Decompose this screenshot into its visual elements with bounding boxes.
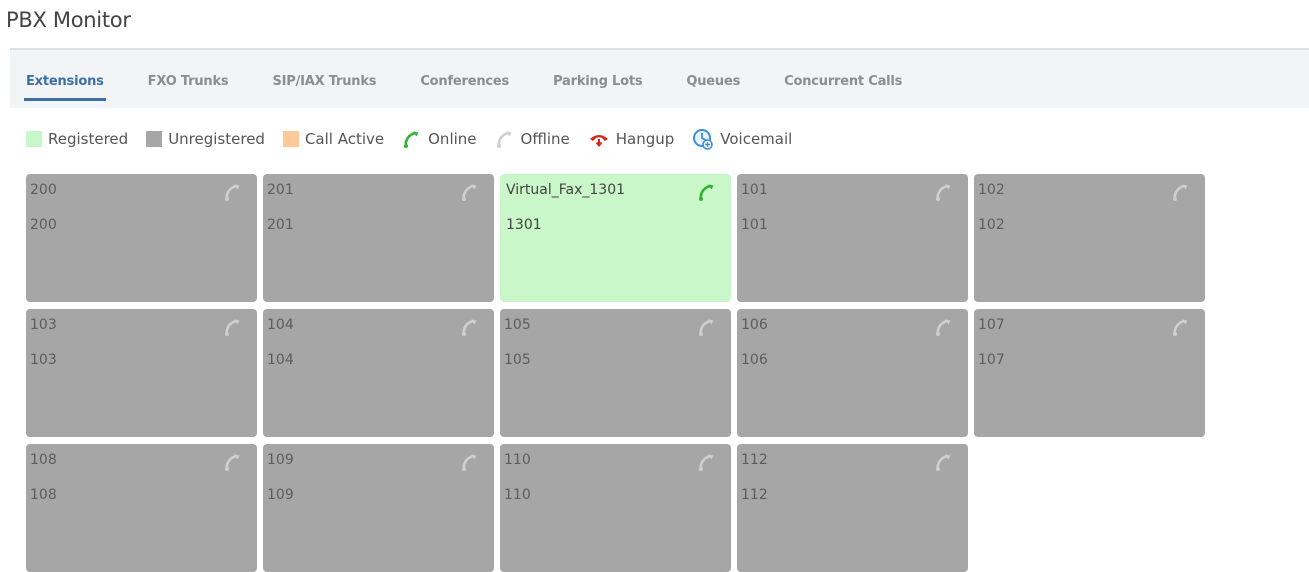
extension-name: 112 — [741, 452, 768, 468]
legend-voicemail: Voicemail — [692, 128, 792, 150]
phone-offline-icon — [460, 452, 480, 476]
extension-number: 101 — [741, 217, 768, 233]
extension-name: 103 — [30, 317, 57, 333]
extension-card[interactable]: 200 200 — [26, 174, 257, 302]
registered-swatch — [26, 131, 42, 147]
hangup-icon — [588, 130, 610, 148]
extension-card[interactable]: 110 110 — [500, 444, 731, 572]
phone-offline-icon — [934, 182, 954, 206]
legend-registered-label: Registered — [48, 130, 129, 148]
tab-bar: Extensions FXO Trunks SIP/IAX Trunks Con… — [10, 48, 1309, 108]
phone-offline-icon — [223, 317, 243, 341]
extension-number: 109 — [267, 487, 294, 503]
extension-name: Virtual_Fax_1301 — [506, 182, 626, 198]
extension-card[interactable]: Virtual_Fax_1301 1301 — [500, 174, 731, 302]
extension-number: 102 — [978, 217, 1005, 233]
extension-name: 104 — [267, 317, 294, 333]
extension-card[interactable]: 105 105 — [500, 309, 731, 437]
phone-offline-icon — [934, 317, 954, 341]
extension-card[interactable]: 201 201 — [263, 174, 494, 302]
extension-card[interactable]: 101 101 — [737, 174, 968, 302]
phone-offline-icon — [697, 317, 717, 341]
tab-fxo-trunks[interactable]: FXO Trunks — [148, 74, 229, 89]
legend-hangup: Hangup — [588, 130, 675, 148]
tab-sip-iax-trunks[interactable]: SIP/IAX Trunks — [272, 74, 376, 89]
extension-name: 109 — [267, 452, 294, 468]
extension-card[interactable]: 108 108 — [26, 444, 257, 572]
unregistered-swatch — [146, 131, 163, 147]
extension-name: 102 — [978, 182, 1005, 198]
extension-number: 104 — [267, 352, 294, 368]
phone-offline-icon — [460, 182, 480, 206]
tab-conferences[interactable]: Conferences — [420, 74, 509, 89]
extension-number: 105 — [504, 352, 531, 368]
legend-unregistered: Unregistered — [146, 130, 265, 148]
extension-name: 201 — [267, 182, 294, 198]
extension-grid: 200 200 201 201 Virtual_Fax_1301 1301 101 101 10… — [26, 174, 1205, 572]
phone-offline-icon — [1171, 317, 1191, 341]
phone-offline-icon — [495, 129, 515, 149]
tab-concurrent-calls[interactable]: Concurrent Calls — [784, 74, 902, 89]
tab-queues[interactable]: Queues — [686, 74, 740, 89]
legend-voicemail-label: Voicemail — [720, 130, 793, 148]
page-title: PBX Monitor — [6, 8, 131, 32]
legend-online: Online — [402, 129, 477, 149]
extension-number: 110 — [504, 487, 531, 503]
extension-number: 201 — [267, 217, 294, 233]
extension-card[interactable]: 107 107 — [974, 309, 1205, 437]
extension-name: 105 — [504, 317, 531, 333]
tab-parking-lots[interactable]: Parking Lots — [553, 74, 643, 89]
legend-unregistered-label: Unregistered — [168, 130, 265, 148]
phone-offline-icon — [934, 452, 954, 476]
extension-name: 110 — [504, 452, 531, 468]
call-active-swatch — [282, 131, 299, 147]
legend-registered: Registered — [26, 130, 128, 148]
tab-extensions[interactable]: Extensions — [24, 74, 106, 101]
extension-number: 200 — [30, 217, 57, 233]
legend-call-active: Call Active — [282, 130, 385, 148]
extension-number: 1301 — [506, 217, 542, 233]
extension-name: 108 — [30, 452, 57, 468]
extension-number: 112 — [741, 487, 768, 503]
extension-name: 106 — [741, 317, 768, 333]
extension-number: 108 — [30, 487, 57, 503]
voicemail-icon — [692, 128, 714, 150]
legend-call-active-label: Call Active — [304, 130, 385, 148]
legend-hangup-label: Hangup — [615, 130, 675, 148]
extension-card[interactable]: 112 112 — [737, 444, 968, 572]
extension-card[interactable]: 106 106 — [737, 309, 968, 437]
extension-number: 107 — [978, 352, 1005, 368]
extension-card[interactable]: 104 104 — [263, 309, 494, 437]
phone-online-icon — [402, 129, 422, 149]
phone-offline-icon — [460, 317, 480, 341]
phone-offline-icon — [223, 182, 243, 206]
legend-online-label: Online — [428, 130, 477, 148]
extension-card[interactable]: 109 109 — [263, 444, 494, 572]
legend-offline: Offline — [495, 129, 570, 149]
extension-number: 103 — [30, 352, 57, 368]
extension-card[interactable]: 103 103 — [26, 309, 257, 437]
status-legend: Registered Unregistered Call Active Onli… — [26, 128, 810, 150]
tab-list: Extensions FXO Trunks SIP/IAX Trunks Con… — [24, 74, 946, 101]
phone-offline-icon — [223, 452, 243, 476]
extension-card[interactable]: 102 102 — [974, 174, 1205, 302]
phone-offline-icon — [697, 452, 717, 476]
extension-name: 107 — [978, 317, 1005, 333]
phone-online-icon — [697, 182, 717, 206]
extension-name: 101 — [741, 182, 768, 198]
legend-offline-label: Offline — [520, 130, 570, 148]
phone-offline-icon — [1171, 182, 1191, 206]
extension-number: 106 — [741, 352, 768, 368]
extension-name: 200 — [30, 182, 57, 198]
